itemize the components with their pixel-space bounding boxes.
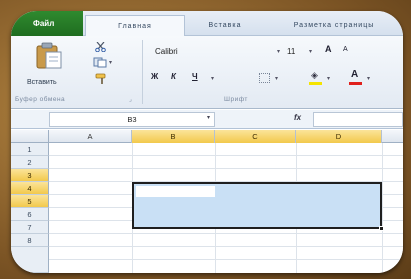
formula-bar: B3 ▾ fx bbox=[11, 110, 403, 129]
ribbon-home: Вставить ▾ Буфер обмена ⌟ Calibri ▾ 11 ▾… bbox=[11, 36, 403, 109]
chevron-down-icon[interactable]: ▾ bbox=[207, 114, 210, 121]
font-size-select[interactable]: 11 bbox=[287, 45, 311, 59]
fill-handle[interactable] bbox=[379, 226, 384, 231]
row-header-5[interactable]: 5 bbox=[11, 195, 49, 208]
paste-button-label[interactable]: Вставить bbox=[27, 79, 57, 86]
column-header-c[interactable]: C bbox=[215, 130, 296, 143]
gridline bbox=[49, 259, 403, 260]
font-color-icon[interactable]: A bbox=[351, 69, 358, 80]
column-header-d[interactable]: D bbox=[296, 130, 382, 143]
cell-grid[interactable] bbox=[49, 143, 403, 273]
group-separator bbox=[142, 40, 143, 104]
row-header-2[interactable]: 2 bbox=[11, 156, 49, 169]
tab-insert[interactable]: Вставка bbox=[187, 15, 263, 36]
gridline bbox=[49, 155, 403, 156]
bold-button[interactable]: Ж bbox=[151, 72, 158, 81]
row-header-7[interactable]: 7 bbox=[11, 221, 49, 234]
chevron-down-icon[interactable]: ▾ bbox=[327, 75, 330, 82]
dialog-launcher-icon[interactable]: ⌟ bbox=[129, 96, 132, 103]
gridline bbox=[49, 233, 403, 234]
font-name-select[interactable]: Calibri bbox=[149, 45, 275, 59]
tab-file[interactable]: Файл bbox=[11, 11, 83, 36]
clipboard-paste-icon[interactable] bbox=[35, 42, 63, 69]
copy-dropdown-icon[interactable]: ▾ bbox=[109, 59, 112, 66]
tab-page-layout[interactable]: Разметка страницы bbox=[265, 15, 403, 36]
row-header-4[interactable]: 4 bbox=[11, 182, 49, 195]
scissors-icon[interactable] bbox=[95, 42, 106, 52]
chevron-down-icon[interactable]: ▾ bbox=[211, 75, 214, 82]
chevron-down-icon[interactable]: ▾ bbox=[277, 48, 280, 55]
italic-button[interactable]: К bbox=[171, 72, 176, 81]
copy-icon[interactable] bbox=[93, 57, 107, 68]
clipboard-group-label: Буфер обмена bbox=[15, 96, 66, 103]
row-header-3[interactable]: 3 bbox=[11, 169, 49, 182]
column-header-b[interactable]: B bbox=[132, 130, 215, 143]
gridline bbox=[382, 143, 383, 273]
row-header-8[interactable]: 8 bbox=[11, 234, 49, 247]
gridline bbox=[49, 246, 403, 247]
brush-icon[interactable] bbox=[95, 73, 109, 85]
font-color-swatch bbox=[349, 82, 362, 85]
excel-window: Файл Главная Вставка Разметка страницы В… bbox=[11, 11, 403, 273]
column-header-row: A B C D bbox=[11, 130, 403, 143]
active-cell[interactable] bbox=[136, 186, 215, 197]
chevron-down-icon[interactable]: ▾ bbox=[309, 48, 312, 55]
row-header-6[interactable]: 6 bbox=[11, 208, 49, 221]
name-box[interactable]: B3 bbox=[49, 112, 215, 127]
bucket-icon[interactable]: ◈ bbox=[311, 70, 318, 81]
borders-icon[interactable] bbox=[259, 73, 270, 83]
fill-color-swatch bbox=[309, 82, 322, 85]
gridline bbox=[49, 168, 403, 169]
column-header-a[interactable]: A bbox=[49, 130, 132, 143]
font-group-label: Шрифт bbox=[224, 96, 248, 103]
tab-home[interactable]: Главная bbox=[85, 15, 185, 36]
select-all-corner[interactable] bbox=[11, 130, 49, 143]
shrink-font-button[interactable]: A bbox=[343, 46, 348, 53]
chevron-down-icon[interactable]: ▾ bbox=[367, 75, 370, 82]
chevron-down-icon[interactable]: ▾ bbox=[275, 75, 278, 82]
row-header-1[interactable]: 1 bbox=[11, 143, 49, 156]
row-header-filler bbox=[11, 247, 49, 273]
ribbon-tab-bar: Файл Главная Вставка Разметка страницы bbox=[11, 11, 403, 36]
formula-input[interactable] bbox=[313, 112, 403, 127]
selected-range[interactable] bbox=[132, 182, 384, 231]
grow-font-button[interactable]: A bbox=[325, 44, 332, 54]
underline-button[interactable]: Ч bbox=[192, 72, 198, 81]
function-icon[interactable]: fx bbox=[294, 113, 301, 122]
